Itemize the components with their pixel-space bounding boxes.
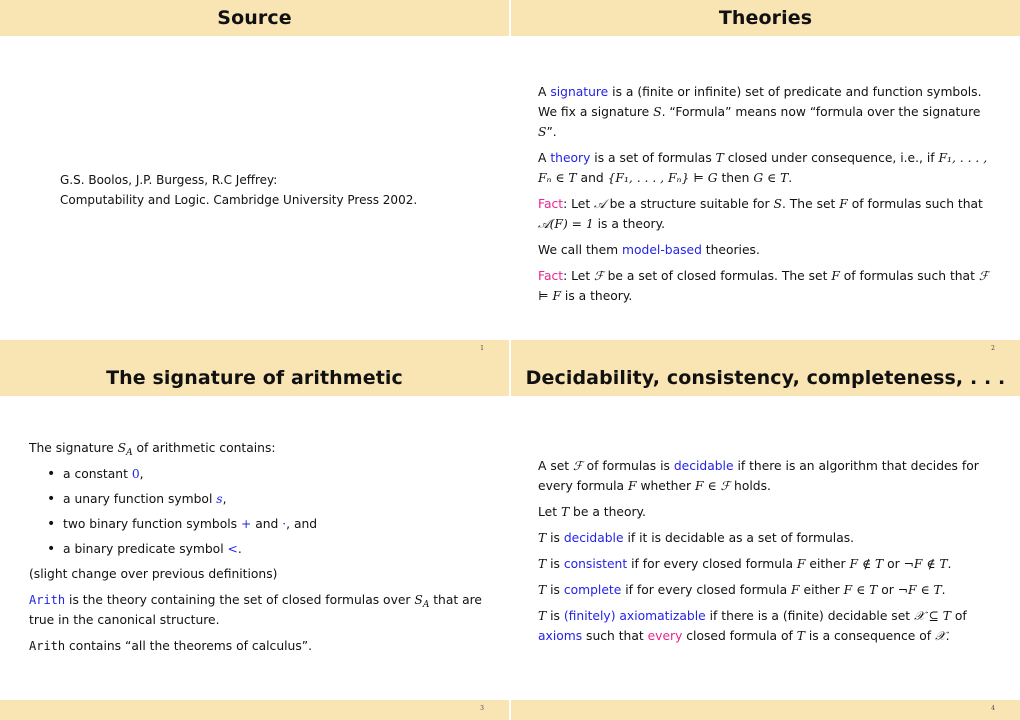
slide-header: The signature of arithmetic bbox=[0, 360, 509, 396]
slide-title: Decidability, consistency, completeness,… bbox=[525, 367, 1006, 389]
page-number: 4 bbox=[991, 705, 995, 712]
emphasis-every: every bbox=[647, 629, 683, 643]
term-decidable: decidable bbox=[563, 531, 624, 545]
slide-header: Source bbox=[0, 0, 509, 36]
slide-header: Theories bbox=[511, 0, 1020, 36]
reference-book: Computability and Logic. Cambridge Unive… bbox=[60, 193, 418, 207]
slide-footer: 1 bbox=[0, 340, 509, 360]
slide-signature-arithmetic: The signature of arithmetic The signatur… bbox=[0, 360, 509, 720]
term-axiomatizable: (finitely) axiomatizable bbox=[563, 609, 706, 623]
slide-header: Decidability, consistency, completeness,… bbox=[511, 360, 1020, 396]
term-signature: signature bbox=[550, 85, 609, 99]
slide-body: The signature SA of arithmetic contains:… bbox=[29, 438, 489, 662]
slide-source: Source G.S. Boolos, J.P. Burgess, R.C Je… bbox=[0, 0, 509, 360]
term-axioms: axioms bbox=[538, 629, 583, 643]
slide-footer: 4 bbox=[511, 700, 1020, 720]
slide-body: A set ℱ of formulas is decidable if ther… bbox=[538, 456, 1000, 652]
slide-footer: 3 bbox=[0, 700, 509, 720]
term-theory: theory bbox=[550, 151, 591, 165]
slide-title: The signature of arithmetic bbox=[106, 367, 403, 389]
slide-body: A signature is a (finite or infinite) se… bbox=[538, 82, 1000, 312]
paragraph-fact-2: Fact: Let ℱ be a set of closed formulas.… bbox=[538, 269, 989, 303]
reference-authors: G.S. Boolos, J.P. Burgess, R.C Jeffrey: bbox=[60, 173, 278, 187]
paragraph-model-based: We call them model-based theories. bbox=[538, 243, 760, 257]
paragraph-let-t: Let T be a theory. bbox=[538, 505, 646, 519]
paragraph-fact-1: Fact: Let 𝒜 be a structure suitable for … bbox=[538, 197, 983, 231]
paragraph-complete: T is complete if for every closed formul… bbox=[538, 583, 946, 597]
paragraph-decidable-theory: T is decidable if it is decidable as a s… bbox=[538, 531, 855, 545]
term-consistent: consistent bbox=[563, 557, 628, 571]
fact-label: Fact bbox=[538, 197, 564, 211]
paragraph-decidable-set: A set ℱ of formulas is decidable if ther… bbox=[538, 459, 979, 493]
term-complete: complete bbox=[563, 583, 622, 597]
page-number: 1 bbox=[480, 345, 484, 352]
slide-body: G.S. Boolos, J.P. Burgess, R.C Jeffrey: … bbox=[60, 170, 489, 210]
paragraph-arith-definition: Arith is the theory containing the set o… bbox=[29, 593, 482, 627]
fact-label: Fact bbox=[538, 269, 564, 283]
term-decidable: decidable bbox=[673, 459, 734, 473]
paragraph-arith-calculus: Arith contains “all the theorems of calc… bbox=[29, 639, 313, 653]
slide-decidability: Decidability, consistency, completeness,… bbox=[511, 360, 1020, 720]
paragraph-consistent: T is consistent if for every closed form… bbox=[538, 557, 952, 571]
paragraph-intro: The signature SA of arithmetic contains: bbox=[29, 441, 276, 458]
paragraph-signature: A signature is a (finite or infinite) se… bbox=[538, 85, 982, 139]
term-model-based: model-based bbox=[622, 243, 702, 257]
list-item: two binary function symbols + and ·, and bbox=[47, 514, 489, 534]
arith-name: Arith bbox=[29, 593, 66, 607]
list-item: a binary predicate symbol <. bbox=[47, 539, 489, 559]
page-number: 3 bbox=[480, 705, 484, 712]
slide-title: Source bbox=[217, 7, 292, 29]
symbol-list: a constant 0, a unary function symbol s,… bbox=[29, 464, 489, 559]
paragraph-theory: A theory is a set of formulas T closed u… bbox=[538, 151, 988, 185]
list-item: a constant 0, bbox=[47, 464, 489, 484]
slide-title: Theories bbox=[718, 7, 813, 29]
page-number: 2 bbox=[991, 345, 995, 352]
paragraph-note: (slight change over previous definitions… bbox=[29, 567, 278, 581]
paragraph-axiomatizable: T is (finitely) axiomatizable if there i… bbox=[538, 609, 967, 643]
list-item: a unary function symbol s, bbox=[47, 489, 489, 509]
arith-name: Arith bbox=[29, 639, 66, 653]
slide-theories: Theories A signature is a (finite or inf… bbox=[511, 0, 1020, 360]
slide-footer: 2 bbox=[511, 340, 1020, 360]
